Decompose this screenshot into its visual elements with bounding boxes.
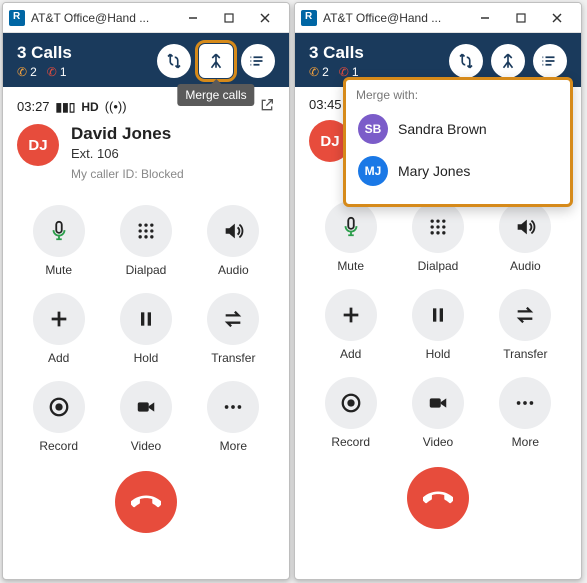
minimize-button[interactable]	[175, 4, 211, 32]
swap-calls-button[interactable]	[157, 44, 191, 78]
action-grid: Mute Dialpad Audio Add Hold Transfer Rec…	[295, 187, 581, 455]
merge-calls-button[interactable]	[491, 44, 525, 78]
add-button[interactable]	[325, 289, 377, 341]
hangup-button[interactable]	[407, 467, 469, 529]
action-grid: Mute Dialpad Audio Add Hold Transfer Rec…	[3, 191, 289, 459]
phone-incoming-icon: ✆	[47, 65, 57, 79]
add-label: Add	[340, 347, 361, 361]
hold-label: Hold	[134, 351, 159, 365]
record-label: Record	[331, 435, 370, 449]
more-button[interactable]	[499, 377, 551, 429]
call-list-button[interactable]	[533, 44, 567, 78]
window-title: AT&T Office@Hand ...	[323, 11, 467, 25]
app-window-left: AT&T Office@Hand ... 3 Calls ✆2 ✆1 Merge…	[2, 2, 290, 580]
maximize-button[interactable]	[503, 4, 539, 32]
audio-label: Audio	[510, 259, 541, 273]
calls-count-title: 3 Calls	[17, 43, 72, 63]
hd-indicator: HD	[81, 100, 98, 114]
audio-button[interactable]	[207, 205, 259, 257]
more-button[interactable]	[207, 381, 259, 433]
app-window-right: AT&T Office@Hand ... 3 Calls ✆2 ✆1 03:45	[294, 2, 582, 580]
mute-label: Mute	[45, 263, 72, 277]
record-button[interactable]	[33, 381, 85, 433]
merge-with-popover: Merge with: SB Sandra Brown MJ Mary Jone…	[343, 77, 573, 207]
record-label: Record	[39, 439, 78, 453]
add-button[interactable]	[33, 293, 85, 345]
titlebar: AT&T Office@Hand ...	[3, 3, 289, 33]
call-timer: 03:45	[309, 97, 342, 112]
close-button[interactable]	[539, 4, 575, 32]
phone-outgoing-icon: ✆	[17, 65, 27, 79]
dialpad-button[interactable]	[412, 201, 464, 253]
call-header: 3 Calls ✆2 ✆1 Merge calls	[3, 33, 289, 87]
dialpad-label: Dialpad	[418, 259, 459, 273]
popover-title: Merge with:	[356, 88, 560, 102]
caller-extension: Ext. 106	[71, 146, 184, 161]
hangup-button[interactable]	[115, 471, 177, 533]
app-icon	[9, 10, 25, 26]
avatar: DJ	[17, 124, 59, 166]
popout-button[interactable]	[259, 97, 275, 116]
broadcast-icon: ((•))	[105, 99, 127, 114]
audio-button[interactable]	[499, 201, 551, 253]
transfer-button[interactable]	[499, 289, 551, 341]
video-button[interactable]	[120, 381, 172, 433]
outgoing-count: 2	[30, 65, 37, 79]
swap-calls-button[interactable]	[449, 44, 483, 78]
caller-name: David Jones	[71, 124, 184, 144]
avatar: MJ	[358, 156, 388, 186]
phone-outgoing-icon: ✆	[309, 65, 319, 79]
calls-sub: ✆2 ✆1	[17, 65, 72, 79]
merge-calls-button[interactable]: Merge calls	[199, 44, 233, 78]
avatar: SB	[358, 114, 388, 144]
titlebar: AT&T Office@Hand ...	[295, 3, 581, 33]
add-label: Add	[48, 351, 69, 365]
transfer-button[interactable]	[207, 293, 259, 345]
video-label: Video	[131, 439, 161, 453]
hold-button[interactable]	[412, 289, 464, 341]
minimize-button[interactable]	[467, 4, 503, 32]
dialpad-button[interactable]	[120, 205, 172, 257]
record-button[interactable]	[325, 377, 377, 429]
window-title: AT&T Office@Hand ...	[31, 11, 175, 25]
maximize-button[interactable]	[211, 4, 247, 32]
hold-label: Hold	[426, 347, 451, 361]
more-label: More	[512, 435, 539, 449]
calls-count-title: 3 Calls	[309, 43, 364, 63]
caller-block: DJ David Jones Ext. 106 My caller ID: Bl…	[3, 120, 289, 191]
hold-button[interactable]	[120, 293, 172, 345]
merge-option[interactable]: MJ Mary Jones	[356, 150, 560, 192]
mute-label: Mute	[337, 259, 364, 273]
audio-label: Audio	[218, 263, 249, 277]
merge-option[interactable]: SB Sandra Brown	[356, 108, 560, 150]
merge-option-name: Mary Jones	[398, 163, 470, 179]
video-button[interactable]	[412, 377, 464, 429]
transfer-label: Transfer	[503, 347, 547, 361]
mute-button[interactable]	[33, 205, 85, 257]
caller-id: My caller ID: Blocked	[71, 167, 184, 181]
video-label: Video	[423, 435, 453, 449]
incoming-count: 1	[60, 65, 67, 79]
merge-option-name: Sandra Brown	[398, 121, 487, 137]
call-list-button[interactable]	[241, 44, 275, 78]
transfer-label: Transfer	[211, 351, 255, 365]
outgoing-count: 2	[322, 65, 329, 79]
dialpad-label: Dialpad	[126, 263, 167, 277]
mute-button[interactable]	[325, 201, 377, 253]
call-timer: 03:27	[17, 99, 50, 114]
merge-calls-tooltip: Merge calls	[177, 84, 254, 106]
app-icon	[301, 10, 317, 26]
more-label: More	[220, 439, 247, 453]
close-button[interactable]	[247, 4, 283, 32]
signal-icon: ▮▮▯	[56, 100, 76, 114]
